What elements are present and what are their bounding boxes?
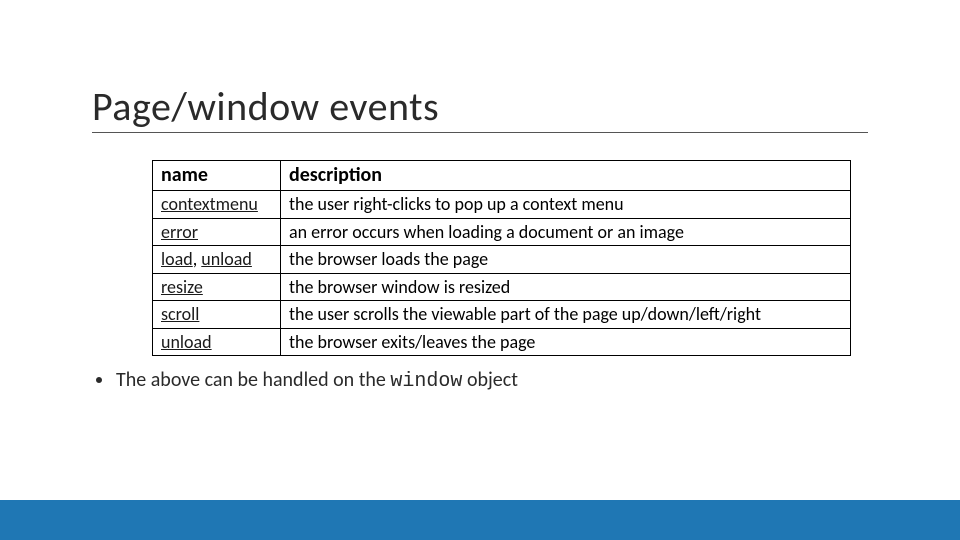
event-link[interactable]: unload <box>201 248 252 270</box>
event-link[interactable]: unload <box>161 331 212 353</box>
cell-name: scroll <box>153 301 281 329</box>
cell-name: resize <box>153 273 281 301</box>
bullet-text-post: object <box>462 368 517 392</box>
cell-description: the browser loads the page <box>281 246 851 274</box>
bullet-text-pre: The above can be handled on the <box>116 368 390 392</box>
table-row: load, unload the browser loads the page <box>153 246 851 274</box>
cell-description: the user right-clicks to pop up a contex… <box>281 191 851 219</box>
footer-bar <box>0 500 960 540</box>
event-link[interactable]: error <box>161 221 198 243</box>
title-underline <box>92 132 868 133</box>
cell-name: error <box>153 218 281 246</box>
cell-description: the browser exits/leaves the page <box>281 328 851 356</box>
event-link[interactable]: scroll <box>161 303 199 325</box>
cell-description: the browser window is resized <box>281 273 851 301</box>
header-description: description <box>281 161 851 191</box>
separator: , <box>193 248 202 270</box>
header-name: name <box>153 161 281 191</box>
cell-description: the user scrolls the viewable part of th… <box>281 301 851 329</box>
bullet-item: The above can be handled on the window o… <box>96 368 518 393</box>
cell-name: unload <box>153 328 281 356</box>
cell-name: load, unload <box>153 246 281 274</box>
bullet-icon <box>96 377 102 383</box>
cell-name: contextmenu <box>153 191 281 219</box>
event-link[interactable]: resize <box>161 276 203 298</box>
slide: Page/window events name description cont… <box>0 0 960 540</box>
table-row: scroll the user scrolls the viewable par… <box>153 301 851 329</box>
cell-description: an error occurs when loading a document … <box>281 218 851 246</box>
bullet-code: window <box>390 370 462 393</box>
table-row: resize the browser window is resized <box>153 273 851 301</box>
events-table: name description contextmenu the user ri… <box>152 160 851 356</box>
table-row: unload the browser exits/leaves the page <box>153 328 851 356</box>
table-row: contextmenu the user right-clicks to pop… <box>153 191 851 219</box>
page-title: Page/window events <box>92 82 439 131</box>
table-row: error an error occurs when loading a doc… <box>153 218 851 246</box>
event-link[interactable]: load <box>161 248 193 270</box>
event-link[interactable]: contextmenu <box>161 193 258 215</box>
table-header-row: name description <box>153 161 851 191</box>
